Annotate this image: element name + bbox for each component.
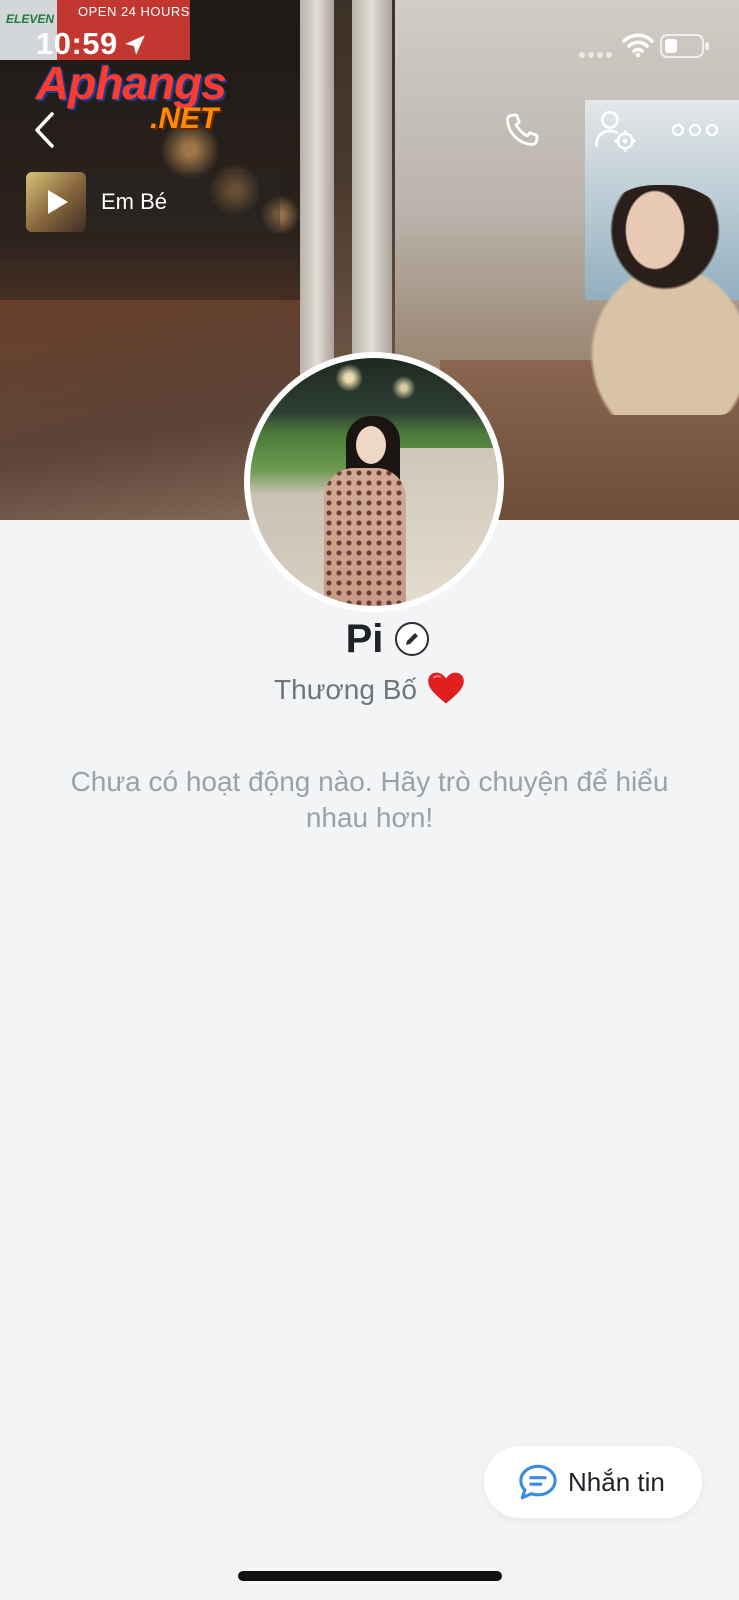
watermark-sub-text: .NET (150, 102, 219, 135)
avatar[interactable] (244, 352, 504, 612)
avatar-photo (250, 358, 498, 606)
name-row: Pi (0, 614, 739, 664)
chat-icon (519, 1464, 557, 1500)
music-cover-art (26, 172, 86, 232)
profile-screen: ELEVEN OPEN 24 HOURS 10:59 Aphangs .NET … (0, 0, 739, 1600)
signal-dots-icon (578, 46, 614, 64)
back-icon (35, 112, 54, 148)
avatar-person-face (356, 426, 386, 464)
heart-emoji-icon (427, 671, 465, 710)
profile-bio: Thương Bố (274, 674, 417, 705)
watermark-logo: Aphangs .NET (36, 56, 266, 136)
battery-icon (660, 34, 710, 63)
call-button[interactable] (496, 104, 548, 156)
message-button-label: Nhắn tin (568, 1466, 665, 1497)
profile-settings-icon (595, 110, 637, 152)
profile-music[interactable]: Em Bé (26, 172, 280, 232)
bio-row: Thương Bố (0, 668, 739, 712)
message-button[interactable]: Nhắn tin (484, 1446, 702, 1518)
more-button[interactable] (665, 110, 725, 150)
edit-name-button[interactable] (395, 622, 430, 656)
profile-settings-button[interactable] (586, 104, 644, 156)
cover-person (585, 185, 739, 415)
home-indicator[interactable] (238, 1571, 502, 1581)
pencil-icon (406, 633, 419, 645)
profile-name: Pi (345, 616, 384, 661)
music-title: Em Bé (101, 189, 168, 214)
phone-icon (506, 113, 539, 146)
wifi-icon (622, 32, 654, 63)
play-icon[interactable] (44, 188, 70, 221)
empty-activity-message: Chưa có hoạt động nào. Hãy trò chuyện để… (70, 766, 669, 833)
avatar-person-dress (324, 468, 406, 606)
back-button[interactable] (24, 104, 64, 156)
more-icon (671, 123, 719, 137)
